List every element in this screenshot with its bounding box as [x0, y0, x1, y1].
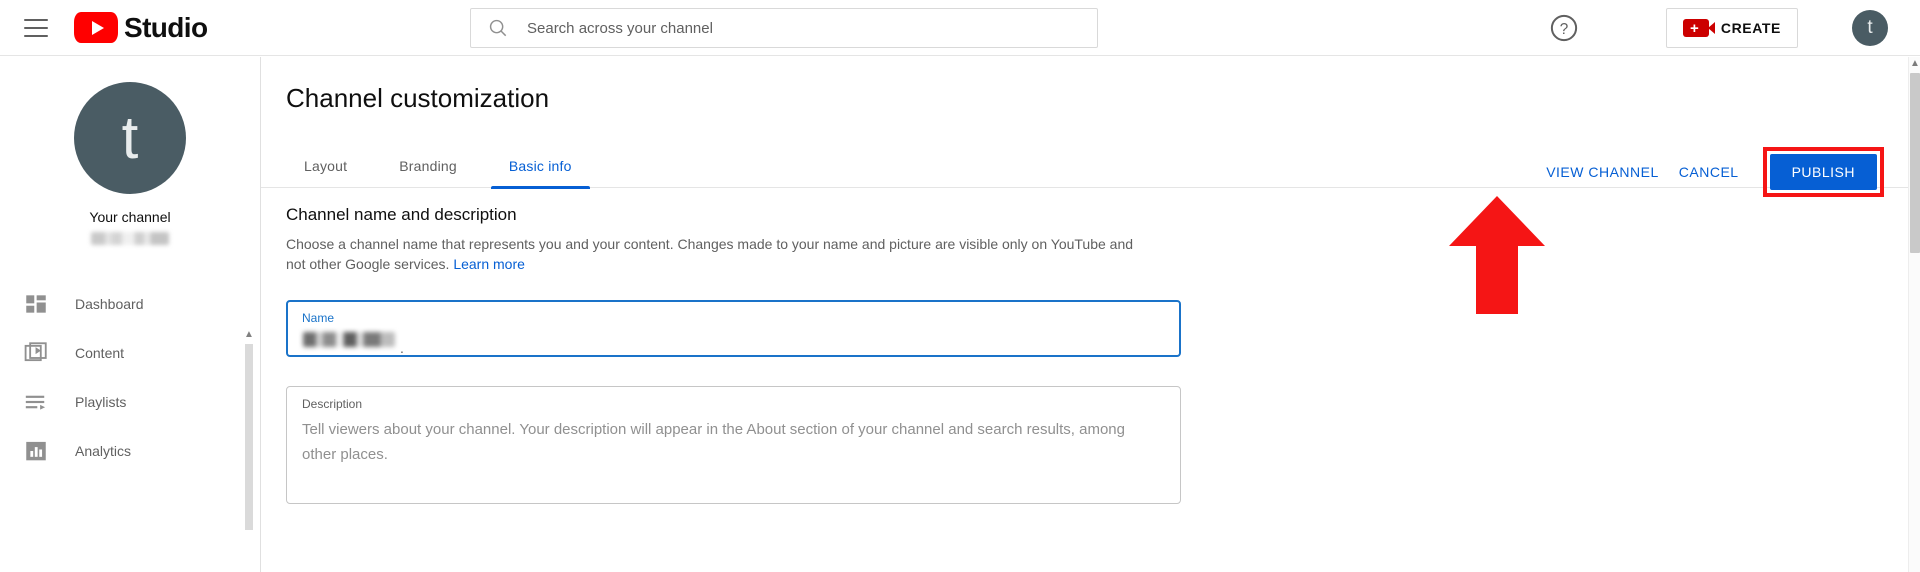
create-button[interactable]: + CREATE [1666, 8, 1798, 48]
scroll-up-arrow-icon[interactable]: ▲ [244, 330, 254, 340]
tab-basic-info[interactable]: Basic info [491, 144, 590, 188]
section-description-text: Choose a channel name that represents yo… [286, 236, 1133, 272]
publish-button[interactable]: PUBLISH [1770, 154, 1877, 190]
publish-highlight-box: PUBLISH [1763, 147, 1884, 197]
channel-name-label: Name [302, 311, 334, 325]
page-title: Channel customization [286, 83, 549, 114]
playlists-list-icon [23, 389, 49, 415]
action-buttons: VIEW CHANNEL CANCEL PUBLISH [1536, 147, 1884, 197]
brand-text: Studio [124, 12, 208, 44]
sidebar-scrollbar-thumb[interactable] [245, 344, 253, 530]
channel-avatar-letter: t [122, 108, 139, 168]
channel-avatar[interactable]: t [74, 82, 186, 194]
scroll-up-arrow-icon[interactable]: ▲ [1910, 59, 1920, 69]
youtube-logo-icon [74, 12, 118, 43]
dashboard-grid-icon [23, 291, 49, 317]
account-avatar[interactable]: t [1852, 10, 1888, 46]
sidebar-item-dashboard[interactable]: Dashboard [0, 279, 260, 328]
help-circle-icon[interactable]: ? [1548, 12, 1580, 44]
channel-description-label: Description [302, 397, 362, 411]
tabs: Layout Branding Basic info [286, 144, 606, 188]
your-channel-label: Your channel [0, 209, 260, 225]
content-video-icon [23, 340, 49, 366]
top-app-bar: Studio ? + CREATE t [0, 0, 1920, 56]
cancel-button[interactable]: CANCEL [1669, 155, 1749, 189]
svg-text:?: ? [1560, 21, 1569, 38]
channel-name-field[interactable]: Name . [286, 300, 1181, 357]
sidebar-item-playlists[interactable]: Playlists [0, 377, 260, 426]
sidebar-nav: Dashboard Content Playlists [0, 279, 260, 475]
channel-summary: t Your channel [0, 57, 260, 245]
hamburger-line [24, 27, 48, 29]
video-camera-plus-icon: + [1683, 19, 1709, 37]
view-channel-button[interactable]: VIEW CHANNEL [1536, 155, 1669, 189]
search-bar[interactable] [470, 8, 1098, 48]
sidebar-item-label: Playlists [75, 394, 126, 410]
sidebar-item-content[interactable]: Content [0, 328, 260, 377]
sidebar-scrollbar[interactable]: ▲ [243, 330, 255, 530]
sidebar-item-label: Dashboard [75, 296, 144, 312]
page-scrollbar[interactable]: ▲ [1908, 57, 1920, 572]
hamburger-line [24, 19, 48, 21]
hamburger-line [24, 35, 48, 37]
account-avatar-letter: t [1867, 17, 1872, 39]
tab-branding[interactable]: Branding [381, 144, 475, 188]
left-sidebar: t Your channel Dashboard Content [0, 57, 261, 572]
channel-handle-redacted [91, 232, 169, 245]
sidebar-item-label: Analytics [75, 443, 131, 459]
create-button-label: CREATE [1721, 20, 1781, 36]
learn-more-link[interactable]: Learn more [453, 256, 525, 272]
tab-layout[interactable]: Layout [286, 144, 365, 188]
tab-label: Basic info [509, 158, 572, 174]
channel-description-placeholder: Tell viewers about your channel. Your de… [302, 417, 1162, 467]
search-icon [487, 17, 509, 39]
channel-name-description-section: Channel name and description Choose a ch… [286, 205, 1386, 504]
sidebar-item-analytics[interactable]: Analytics [0, 426, 260, 475]
sidebar-item-label: Content [75, 345, 124, 361]
section-description: Choose a channel name that represents yo… [286, 234, 1151, 274]
page-scrollbar-thumb[interactable] [1910, 73, 1920, 253]
analytics-bar-chart-icon [23, 438, 49, 464]
search-input[interactable] [527, 11, 1067, 45]
tab-bar: Layout Branding Basic info VIEW CHANNEL … [261, 144, 1908, 188]
channel-name-trailing-text: . [400, 340, 404, 356]
tab-label: Branding [399, 158, 457, 174]
hamburger-menu-icon[interactable] [24, 19, 48, 37]
channel-description-field[interactable]: Description Tell viewers about your chan… [286, 386, 1181, 504]
channel-name-value-redacted [303, 332, 395, 347]
section-title: Channel name and description [286, 205, 1386, 225]
main-content: Channel customization Layout Branding Ba… [261, 57, 1908, 572]
studio-brand-logo[interactable]: Studio [74, 12, 208, 44]
red-up-arrow-annotation [1449, 196, 1545, 314]
tab-label: Layout [304, 158, 347, 174]
